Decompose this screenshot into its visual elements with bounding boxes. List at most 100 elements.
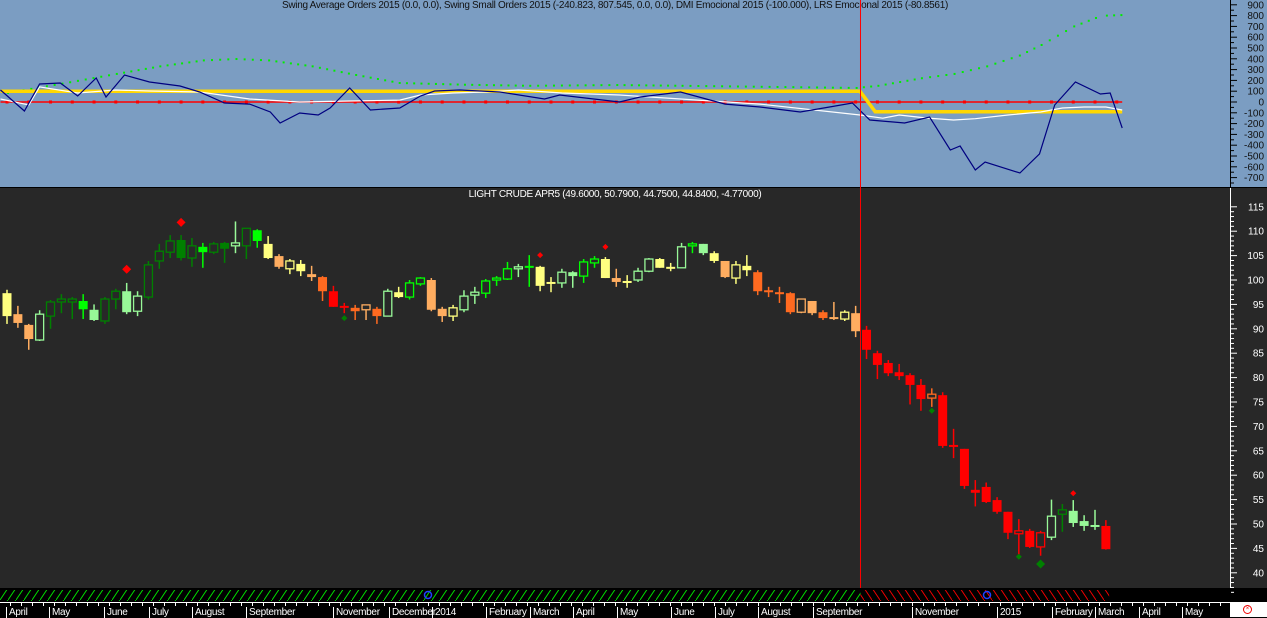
candle	[568, 271, 578, 288]
candle-body	[687, 243, 698, 247]
candle-body	[491, 277, 502, 281]
zero-line-dot	[549, 100, 553, 104]
date-axis-tick	[230, 603, 231, 606]
swing-small-orders-dot	[816, 86, 819, 89]
zero-line-dot	[484, 100, 488, 104]
swing-small-orders-dot	[705, 85, 708, 88]
indicator-axis-label: 0	[1258, 98, 1264, 109]
date-axis-tick	[604, 603, 605, 606]
candle	[764, 286, 774, 298]
candle-body	[774, 292, 784, 295]
indicator-axis-label: 400	[1247, 54, 1264, 65]
candle	[1003, 511, 1013, 540]
swing-small-orders-dot	[616, 84, 619, 87]
price-axis-label: 45	[1253, 544, 1265, 555]
swing-small-orders-dot	[1113, 14, 1116, 17]
candle-body	[78, 300, 88, 310]
candle-body	[1025, 530, 1035, 547]
zero-line-dot	[571, 100, 575, 104]
date-axis-tick	[439, 603, 440, 606]
zero-line-dot	[505, 100, 509, 104]
date-axis-tick	[219, 603, 220, 606]
swing-small-orders-dot	[166, 64, 169, 67]
swing-small-orders-dot	[659, 84, 662, 87]
swing-small-orders-dot	[442, 83, 445, 86]
candle-body	[905, 375, 915, 385]
date-axis-tick	[967, 603, 968, 606]
date-axis-tick	[285, 603, 286, 606]
date-axis-label: July	[149, 607, 169, 618]
indicator-axis-label: -200	[1244, 119, 1264, 130]
candle	[731, 260, 741, 284]
date-axis-tick	[538, 603, 539, 606]
close-circle-icon[interactable]: ×	[1243, 605, 1252, 614]
date-axis-tick	[989, 603, 990, 606]
swing-small-orders-dot	[697, 84, 700, 87]
candle	[1057, 503, 1068, 532]
date-axis-tick	[780, 603, 781, 606]
swing-small-orders-dot	[478, 83, 481, 86]
date-axis-tick	[21, 603, 22, 606]
date-axis-tick	[923, 603, 924, 606]
date-axis-label: May	[1182, 607, 1203, 618]
price-axis-label: 80	[1253, 373, 1265, 384]
candle	[774, 286, 784, 303]
date-axis-tick	[76, 603, 77, 606]
date-axis-tick	[813, 603, 814, 606]
date-axis-tick	[43, 603, 44, 606]
candle-body	[524, 265, 534, 268]
indicator-axis-label: 900	[1247, 0, 1264, 11]
swing-small-orders-dot	[736, 85, 739, 88]
date-axis-label: September	[813, 607, 863, 618]
date-axis-label: May	[49, 607, 70, 618]
date-axis-label: September	[246, 607, 296, 618]
candle	[100, 297, 110, 324]
date-axis-tick	[736, 603, 737, 606]
candle-body	[818, 312, 828, 319]
date-axis-tick	[1121, 603, 1122, 606]
date-axis-tick	[934, 603, 935, 606]
swing-small-orders-dot	[76, 79, 79, 82]
candle-body	[731, 264, 741, 279]
sell-signal-diamond	[122, 264, 132, 274]
zero-line-dot	[984, 100, 988, 104]
swing-small-orders-dot	[884, 83, 887, 86]
swing-small-orders-dot	[576, 84, 579, 87]
date-axis-tick	[186, 603, 187, 606]
candle	[655, 258, 665, 268]
indicator-axis-label: 500	[1247, 44, 1264, 55]
candle	[415, 277, 426, 286]
swing-small-orders-dot	[159, 65, 162, 68]
candle-body	[263, 243, 273, 259]
candle-body	[720, 260, 730, 278]
zero-line-dot	[962, 100, 966, 104]
swing-small-orders-dot	[994, 62, 997, 65]
swing-small-orders-dot	[784, 86, 787, 89]
date-axis-label: February	[486, 607, 527, 618]
price-axis-label: 95	[1253, 300, 1265, 311]
swing-small-orders-dot	[630, 84, 633, 87]
swing-small-orders-dot	[297, 63, 300, 66]
candle-body	[1057, 509, 1068, 515]
price-axis-label: 90	[1253, 324, 1265, 335]
swing-small-orders-dot	[289, 62, 292, 65]
candle	[513, 263, 524, 278]
date-axis-label: March	[530, 607, 560, 618]
date-axis-label: August	[192, 607, 225, 618]
price-axis-label: 70	[1253, 422, 1265, 433]
candle-body	[916, 384, 926, 400]
swing-small-orders-dot	[137, 69, 140, 72]
swing-small-orders-dot	[144, 67, 147, 70]
swing-small-orders-dot	[847, 86, 850, 89]
date-axis-tick	[956, 603, 957, 606]
swing-small-orders-dot	[115, 72, 118, 75]
indicator-axis-label: 200	[1247, 76, 1264, 87]
chart-canvas[interactable]: 9008007006005004003002001000-100-200-300…	[0, 0, 1267, 602]
swing-small-orders-dot	[552, 84, 555, 87]
date-axis-label: 2014	[432, 607, 456, 618]
candle	[220, 241, 230, 263]
swing-small-orders-dot	[760, 85, 763, 88]
date-axis-tick	[1165, 603, 1166, 606]
date-axis-tick	[252, 603, 253, 606]
candle-body	[339, 305, 349, 308]
